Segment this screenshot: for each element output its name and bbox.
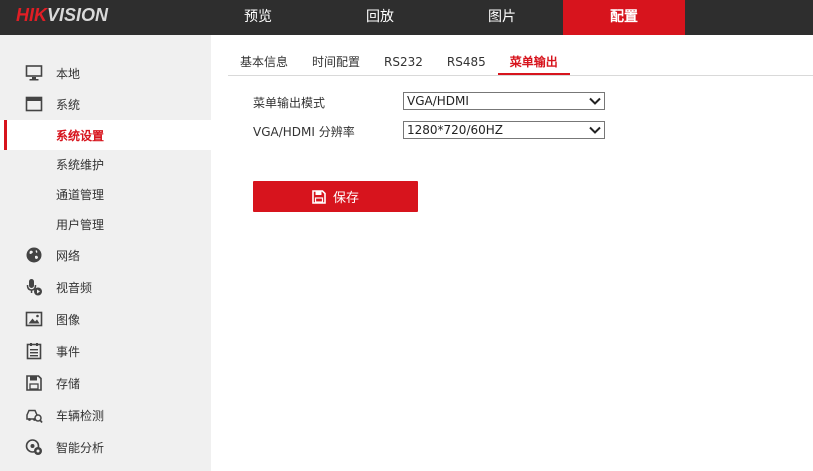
- sidebar-item-label: 用户管理: [56, 217, 105, 232]
- sidebar-item-label: 本地: [56, 66, 81, 81]
- sidebar-item-label: 系统设置: [56, 128, 105, 143]
- sidebar-item-vehicle-detection[interactable]: 车辆检测: [0, 400, 211, 430]
- sidebar-item-label: 图像: [56, 312, 81, 327]
- menu-output-mode-select[interactable]: VGA/HDMI: [403, 92, 605, 110]
- tab-basic-info[interactable]: 基本信息: [228, 50, 300, 75]
- sidebar-item-user-management[interactable]: 用户管理: [0, 209, 211, 239]
- tab-menu-output[interactable]: 菜单输出: [497, 50, 570, 75]
- save-button-label: 保存: [332, 191, 359, 206]
- vehicle-search-icon: [26, 409, 43, 424]
- nav-preview[interactable]: 预览: [197, 0, 319, 35]
- top-bar: HIKVISION 预览 回放 图片 配置: [0, 0, 813, 35]
- nav-configuration[interactable]: 配置: [563, 0, 685, 35]
- system-window-icon: [25, 96, 43, 112]
- sidebar-item-system-maintenance[interactable]: 系统维护: [0, 149, 211, 179]
- resolution-value: 1280*720/60HZ: [407, 123, 503, 137]
- config-tabs: 基本信息 时间配置 RS232 RS485 菜单输出: [228, 50, 570, 76]
- main-nav: 预览 回放 图片 配置: [197, 0, 685, 35]
- tab-rs232[interactable]: RS232: [372, 50, 435, 75]
- sidebar-item-video-audio[interactable]: 视音频: [0, 272, 211, 302]
- sidebar-item-label: 智能分析: [56, 440, 105, 455]
- logo-text-grey: VISION: [47, 5, 109, 25]
- floppy-disk-icon: [26, 375, 42, 391]
- sidebar-item-label: 网络: [56, 248, 81, 263]
- sidebar-item-channel-management[interactable]: 通道管理: [0, 179, 211, 209]
- save-button[interactable]: 保存: [253, 181, 418, 212]
- sidebar-item-label: 车辆检测: [56, 408, 105, 423]
- hikvision-logo: HIKVISION: [16, 5, 108, 26]
- nav-playback[interactable]: 回放: [319, 0, 441, 35]
- sidebar-item-label: 事件: [56, 344, 81, 359]
- nav-picture[interactable]: 图片: [441, 0, 563, 35]
- tab-time-settings[interactable]: 时间配置: [300, 50, 372, 75]
- sidebar-item-label: 存储: [56, 376, 81, 391]
- save-icon: [312, 189, 326, 204]
- sidebar-item-local[interactable]: 本地: [0, 58, 211, 88]
- menu-output-mode-label: 菜单输出模式: [253, 96, 326, 110]
- menu-output-mode-value: VGA/HDMI: [407, 94, 469, 108]
- sidebar-item-label: 系统: [56, 97, 81, 112]
- sidebar-item-smart-analysis[interactable]: 智能分析: [0, 432, 211, 462]
- chevron-down-icon: [589, 126, 601, 134]
- sidebar-item-system[interactable]: 系统: [0, 89, 211, 119]
- microphone-icon: [26, 279, 42, 296]
- sidebar-item-system-settings[interactable]: 系统设置: [0, 120, 211, 150]
- sidebar: 本地 系统 系统设置 系统维护 通道管理 用户管理 网络 视音频 图像 事件 存…: [0, 35, 211, 471]
- sidebar-item-event[interactable]: 事件: [0, 336, 211, 366]
- sidebar-item-label: 视音频: [56, 280, 93, 295]
- logo-text-red: HIK: [16, 5, 47, 25]
- sidebar-item-image[interactable]: 图像: [0, 304, 211, 334]
- resolution-select[interactable]: 1280*720/60HZ: [403, 121, 605, 139]
- smart-analysis-icon: [25, 439, 42, 455]
- event-list-icon: [26, 343, 42, 360]
- sidebar-item-storage[interactable]: 存储: [0, 368, 211, 398]
- image-icon: [25, 311, 43, 327]
- sidebar-item-network[interactable]: 网络: [0, 240, 211, 270]
- chevron-down-icon: [589, 97, 601, 105]
- monitor-icon: [25, 65, 43, 81]
- sidebar-item-label: 系统维护: [56, 157, 105, 172]
- tab-divider: [228, 75, 813, 76]
- globe-icon: [26, 247, 42, 263]
- tab-rs485[interactable]: RS485: [435, 50, 498, 75]
- resolution-label: VGA/HDMI 分辨率: [253, 125, 355, 139]
- sidebar-item-label: 通道管理: [56, 187, 105, 202]
